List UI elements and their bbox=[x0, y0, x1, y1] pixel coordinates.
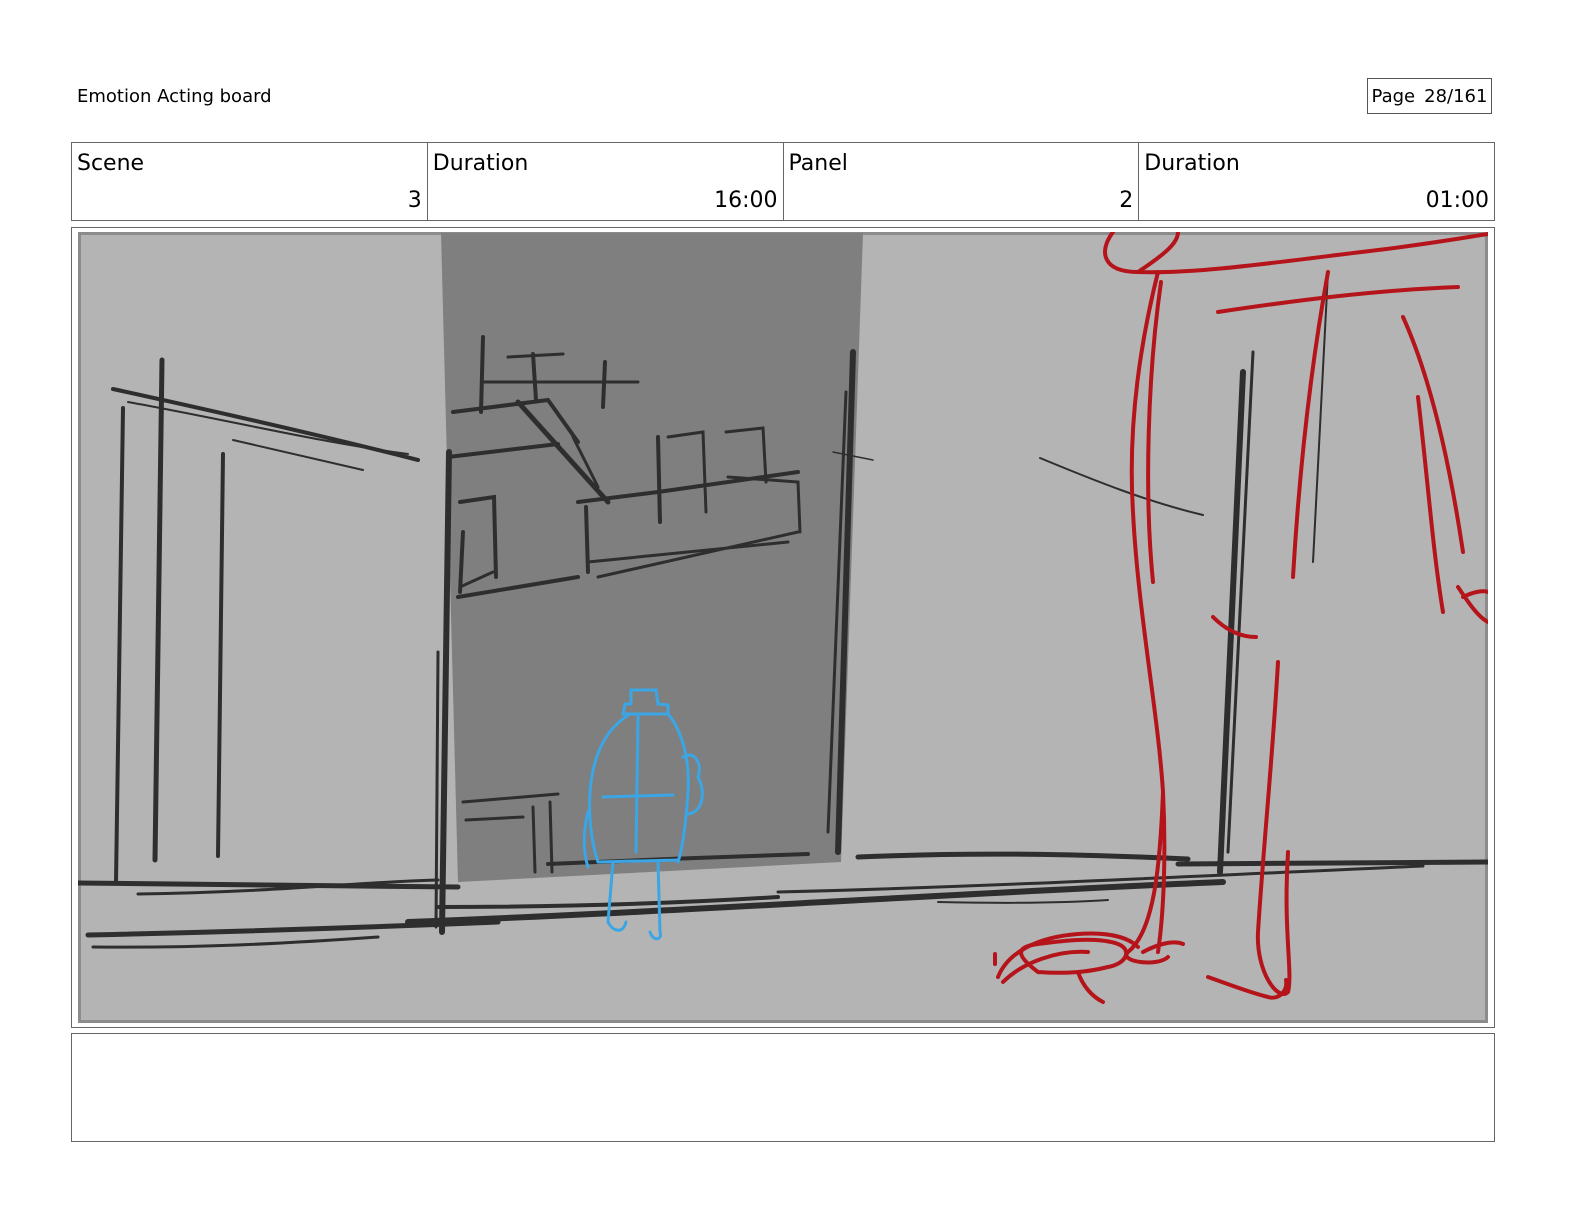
panel-value: 2 bbox=[1119, 188, 1134, 213]
panel-duration-label: Duration bbox=[1144, 151, 1240, 176]
page-counter: Page 28/161 bbox=[1367, 78, 1492, 114]
page-label: Page bbox=[1371, 85, 1416, 107]
scene-label: Scene bbox=[77, 151, 145, 176]
scene-duration-label: Duration bbox=[432, 151, 529, 176]
alley-shadow bbox=[441, 233, 863, 882]
panel-sketch bbox=[78, 232, 1488, 1023]
panel-duration-value: 01:00 bbox=[1425, 188, 1489, 213]
page-value: 28/161 bbox=[1424, 85, 1488, 107]
panel-notes bbox=[71, 1033, 1495, 1142]
scene-duration-value: 16:00 bbox=[714, 188, 778, 213]
scene-duration-cell: Duration 16:00 bbox=[428, 143, 784, 220]
scene-value: 3 bbox=[407, 188, 422, 213]
info-table: Scene 3 Duration 16:00 Panel 2 Duration … bbox=[71, 142, 1495, 221]
storyboard-panel bbox=[71, 227, 1495, 1028]
panel-label: Panel bbox=[788, 151, 848, 176]
document-title: Emotion Acting board bbox=[77, 86, 272, 107]
scene-cell: Scene 3 bbox=[72, 143, 428, 220]
panel-duration-cell: Duration 01:00 bbox=[1139, 143, 1494, 220]
panel-cell: Panel 2 bbox=[784, 143, 1140, 220]
